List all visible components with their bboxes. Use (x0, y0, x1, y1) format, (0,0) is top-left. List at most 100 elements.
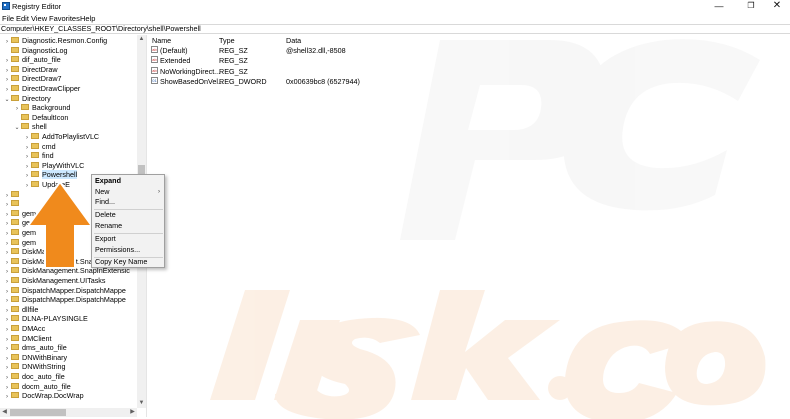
tree-node[interactable]: › DNWithBinary (3, 353, 67, 363)
tree-node[interactable]: ⌄ Directory (3, 93, 51, 106)
menu-item-expand[interactable]: Expand (95, 176, 121, 186)
title-bar: Registry Editor — ❐ ✕ (0, 0, 790, 13)
tree-node[interactable]: › DocWrap.DocWrap (3, 391, 84, 401)
scroll-down-arrow-icon[interactable]: ▼ (137, 399, 146, 408)
expand-chevron-icon[interactable]: ⌄ (13, 124, 21, 134)
folder-icon (11, 353, 19, 360)
tree-node[interactable]: › DMAcc (3, 324, 45, 334)
value-row[interactable]: ab Extended REG_SZ (149, 56, 790, 66)
value-row[interactable]: ab (Default) REG_SZ @shell32.dll,-8508 (149, 46, 790, 56)
close-button[interactable]: ✕ (764, 0, 790, 12)
menu-item-copy-key-name[interactable]: Copy Key Name (95, 257, 147, 267)
menu-favorites[interactable]: Favorites (49, 14, 80, 23)
folder-icon (11, 75, 19, 82)
value-type: REG_SZ (219, 46, 248, 55)
tree-node[interactable]: ⌄ shell (13, 122, 47, 134)
tree-node-label: doc_auto_file (22, 372, 65, 381)
tree-node-label: DirectDraw7 (22, 74, 62, 84)
value-row[interactable]: ab NoWorkingDirect... REG_SZ (149, 66, 790, 77)
tree-node[interactable]: DiagnosticLog (3, 46, 68, 56)
expand-chevron-icon[interactable]: › (23, 182, 31, 192)
tree-node[interactable]: › DMClient (3, 334, 52, 344)
tree-node[interactable]: › AddToPlaylistVLC (23, 132, 99, 142)
tree-node[interactable]: › DirectDrawClipper (3, 84, 80, 94)
tree-node-label: DiskManagement.UITasks (22, 276, 106, 285)
column-header-type[interactable]: Type (219, 36, 235, 45)
menu-item-new[interactable]: New (95, 187, 109, 197)
tree-node[interactable]: › gem (3, 238, 36, 248)
tree-node-label: Directory (22, 93, 51, 103)
tree-node[interactable]: › Diagnostic.Resmon.Config (3, 36, 107, 46)
tree-node[interactable]: › UpdateE (23, 180, 70, 190)
folder-icon (11, 305, 19, 312)
scroll-thumb[interactable] (10, 409, 66, 416)
menu-item-export[interactable]: Export (95, 234, 116, 244)
tree-node[interactable]: › Background (13, 103, 70, 113)
folder-icon (11, 56, 19, 63)
menu-file[interactable]: File (2, 14, 14, 23)
tree-node[interactable]: › DiskManagement.UITasks (3, 276, 105, 286)
minimize-button[interactable]: — (706, 0, 732, 12)
tree-node[interactable]: › PlayWithVLC (23, 161, 84, 171)
tree-node-label: UpdateE (42, 180, 70, 189)
tree-node[interactable]: › cmd (23, 142, 56, 152)
column-header-name[interactable]: Name (152, 36, 171, 45)
tree-node[interactable]: › dllfile (3, 305, 38, 315)
expand-chevron-icon[interactable]: › (3, 393, 11, 403)
menu-edit[interactable]: Edit (16, 14, 29, 23)
tree-node[interactable]: › gem (3, 209, 36, 219)
value-row[interactable]: 01 ShowBasedOnVel... REG_DWORD 0x00639bc8 (… (149, 76, 790, 87)
menu-help[interactable]: Help (80, 14, 95, 23)
folder-icon (11, 267, 19, 274)
tree-node-label: shell (32, 122, 47, 132)
folder-icon (11, 363, 19, 370)
tree-node[interactable]: › DispatchMapper.DispatchMappe (3, 295, 126, 305)
tree-node-label: gem (22, 228, 36, 237)
address-bar[interactable]: Computer\HKEY_CLASSES_ROOT\Directory\she… (0, 24, 790, 34)
tree-node[interactable]: › DLNA-PLAYSINGLE (3, 314, 88, 324)
tree-node[interactable]: DefaultIcon (13, 113, 68, 123)
tree-node[interactable]: › (3, 199, 22, 209)
tree-node[interactable]: › DNWithString (3, 362, 66, 372)
tree-node[interactable]: › gem (3, 228, 36, 238)
menu-item-find[interactable]: Find... (95, 197, 115, 207)
folder-icon (21, 113, 29, 120)
tree-node[interactable]: › (3, 190, 22, 200)
menu-view[interactable]: View (31, 14, 47, 23)
folder-icon (11, 392, 19, 399)
expand-chevron-icon[interactable]: ⌄ (3, 96, 11, 106)
tree-node-label: PlayWithVLC (42, 160, 85, 170)
tree-node[interactable]: › gem (3, 218, 36, 228)
tree-node[interactable]: › Powershell (23, 170, 78, 180)
tree-node[interactable]: › doc_auto_file (3, 372, 65, 382)
tree-node-label: DLNA-PLAYSINGLE (22, 314, 88, 324)
tree-node[interactable]: › DirectDraw (3, 65, 58, 75)
tree-node[interactable]: › DispatchMapper.DispatchMappe (3, 286, 126, 296)
tree-node-label: dms_auto_file (22, 343, 67, 353)
scroll-right-arrow-icon[interactable]: ▶ (128, 408, 137, 417)
scroll-up-arrow-icon[interactable]: ▲ (137, 35, 146, 44)
maximize-button[interactable]: ❐ (738, 0, 764, 12)
tree-node-label: DNWithBinary (22, 352, 68, 362)
values-header: Name Type Data (149, 35, 790, 45)
tree-node[interactable]: › find (23, 151, 54, 161)
tree-node[interactable]: › DirectDraw7 (3, 74, 62, 84)
menu-item-permissions[interactable]: Permissions... (95, 245, 140, 255)
tree-node[interactable]: › dms_auto_file (3, 343, 67, 353)
folder-icon (11, 37, 19, 44)
tree-node[interactable]: › dif_auto_file (3, 55, 61, 65)
menu-item-rename[interactable]: Rename (95, 221, 122, 231)
tree-node[interactable]: › docm_auto_file (3, 382, 71, 392)
tree-horizontal-scrollbar[interactable]: ◀ ▶ (0, 408, 137, 417)
tree-node-label: Background (32, 103, 71, 113)
folder-icon (11, 382, 19, 389)
folder-icon (31, 142, 39, 149)
column-header-data[interactable]: Data (286, 36, 301, 45)
folder-icon (21, 123, 29, 130)
scroll-left-arrow-icon[interactable]: ◀ (0, 408, 9, 417)
folder-icon (11, 344, 19, 351)
tree-node[interactable]: › DiskManagem (3, 247, 68, 257)
folder-icon (11, 257, 19, 264)
value-type: REG_SZ (219, 56, 248, 66)
menu-item-delete[interactable]: Delete (95, 210, 116, 220)
